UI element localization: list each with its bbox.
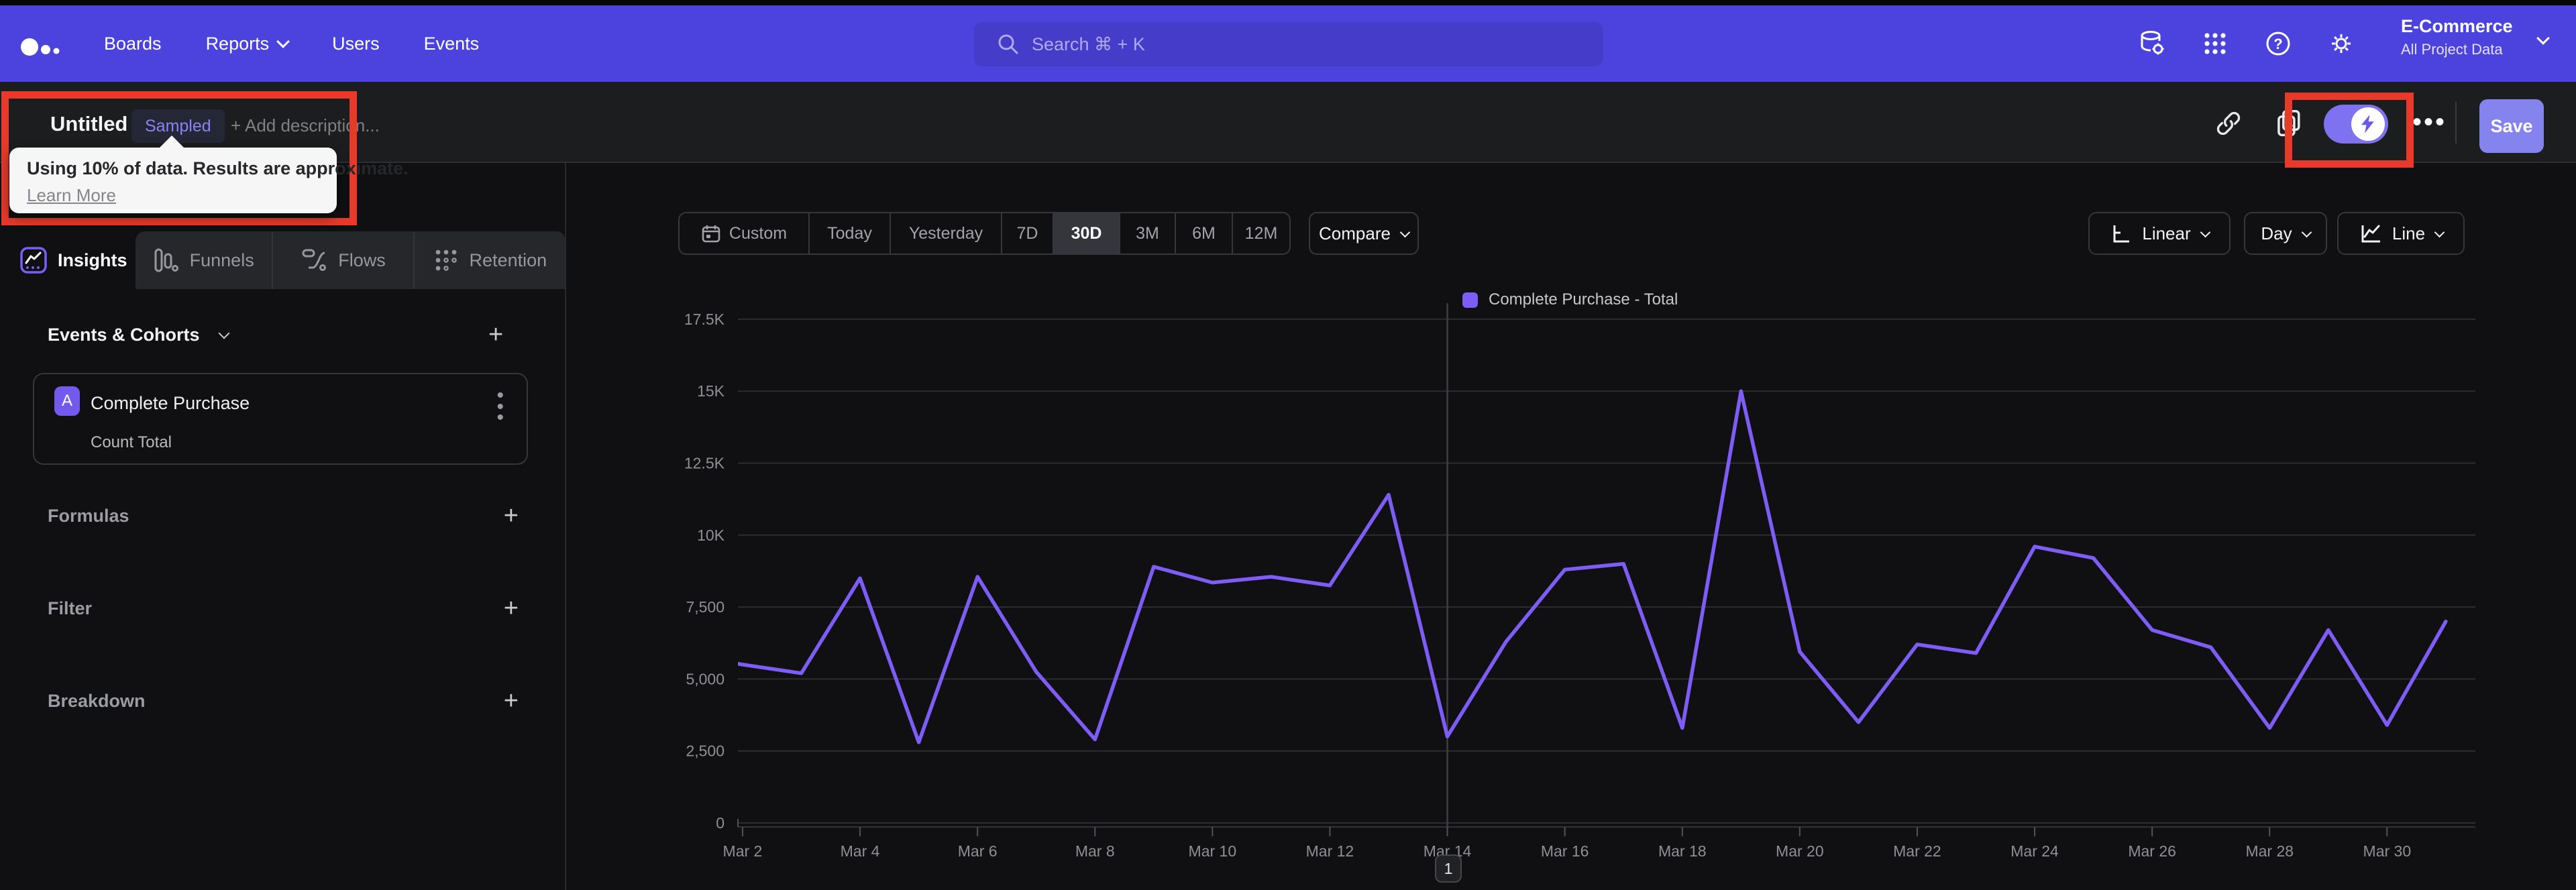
pagination-page-button[interactable]: 1 [1435, 854, 1462, 883]
svg-text:Mar 28: Mar 28 [2245, 842, 2294, 860]
svg-text:Mar 12: Mar 12 [1306, 842, 1354, 860]
svg-text:Mar 10: Mar 10 [1189, 842, 1237, 860]
svg-text:Mar 2: Mar 2 [723, 842, 763, 860]
svg-text:Mar 16: Mar 16 [1541, 842, 1589, 860]
line-chart[interactable]: 0 2,500 5,000 7,500 10K 12.5K 15K 17.5K Mar 2 Mar… [0, 0, 2576, 890]
svg-text:15K: 15K [697, 382, 725, 400]
svg-text:0: 0 [716, 814, 724, 832]
svg-text:10K: 10K [697, 526, 725, 544]
svg-text:Mar 8: Mar 8 [1075, 842, 1115, 860]
svg-text:Mar 30: Mar 30 [2363, 842, 2412, 860]
svg-text:Mar 24: Mar 24 [2010, 842, 2059, 860]
mixpanel-insights-page: { "colors":{"accent":"#4C43DF","search_b… [0, 0, 2576, 890]
svg-text:Mar 18: Mar 18 [1658, 842, 1707, 860]
svg-text:12.5K: 12.5K [684, 455, 725, 472]
svg-text:Mar 4: Mar 4 [841, 842, 880, 860]
svg-text:Mar 6: Mar 6 [958, 842, 998, 860]
svg-text:7,500: 7,500 [686, 598, 724, 616]
svg-text:2,500: 2,500 [686, 742, 724, 760]
svg-text:Mar 26: Mar 26 [2128, 842, 2176, 860]
svg-text:Mar 22: Mar 22 [1893, 842, 1941, 860]
svg-text:Mar 20: Mar 20 [1776, 842, 1824, 860]
svg-text:5,000: 5,000 [686, 670, 724, 687]
svg-text:17.5K: 17.5K [684, 311, 725, 328]
